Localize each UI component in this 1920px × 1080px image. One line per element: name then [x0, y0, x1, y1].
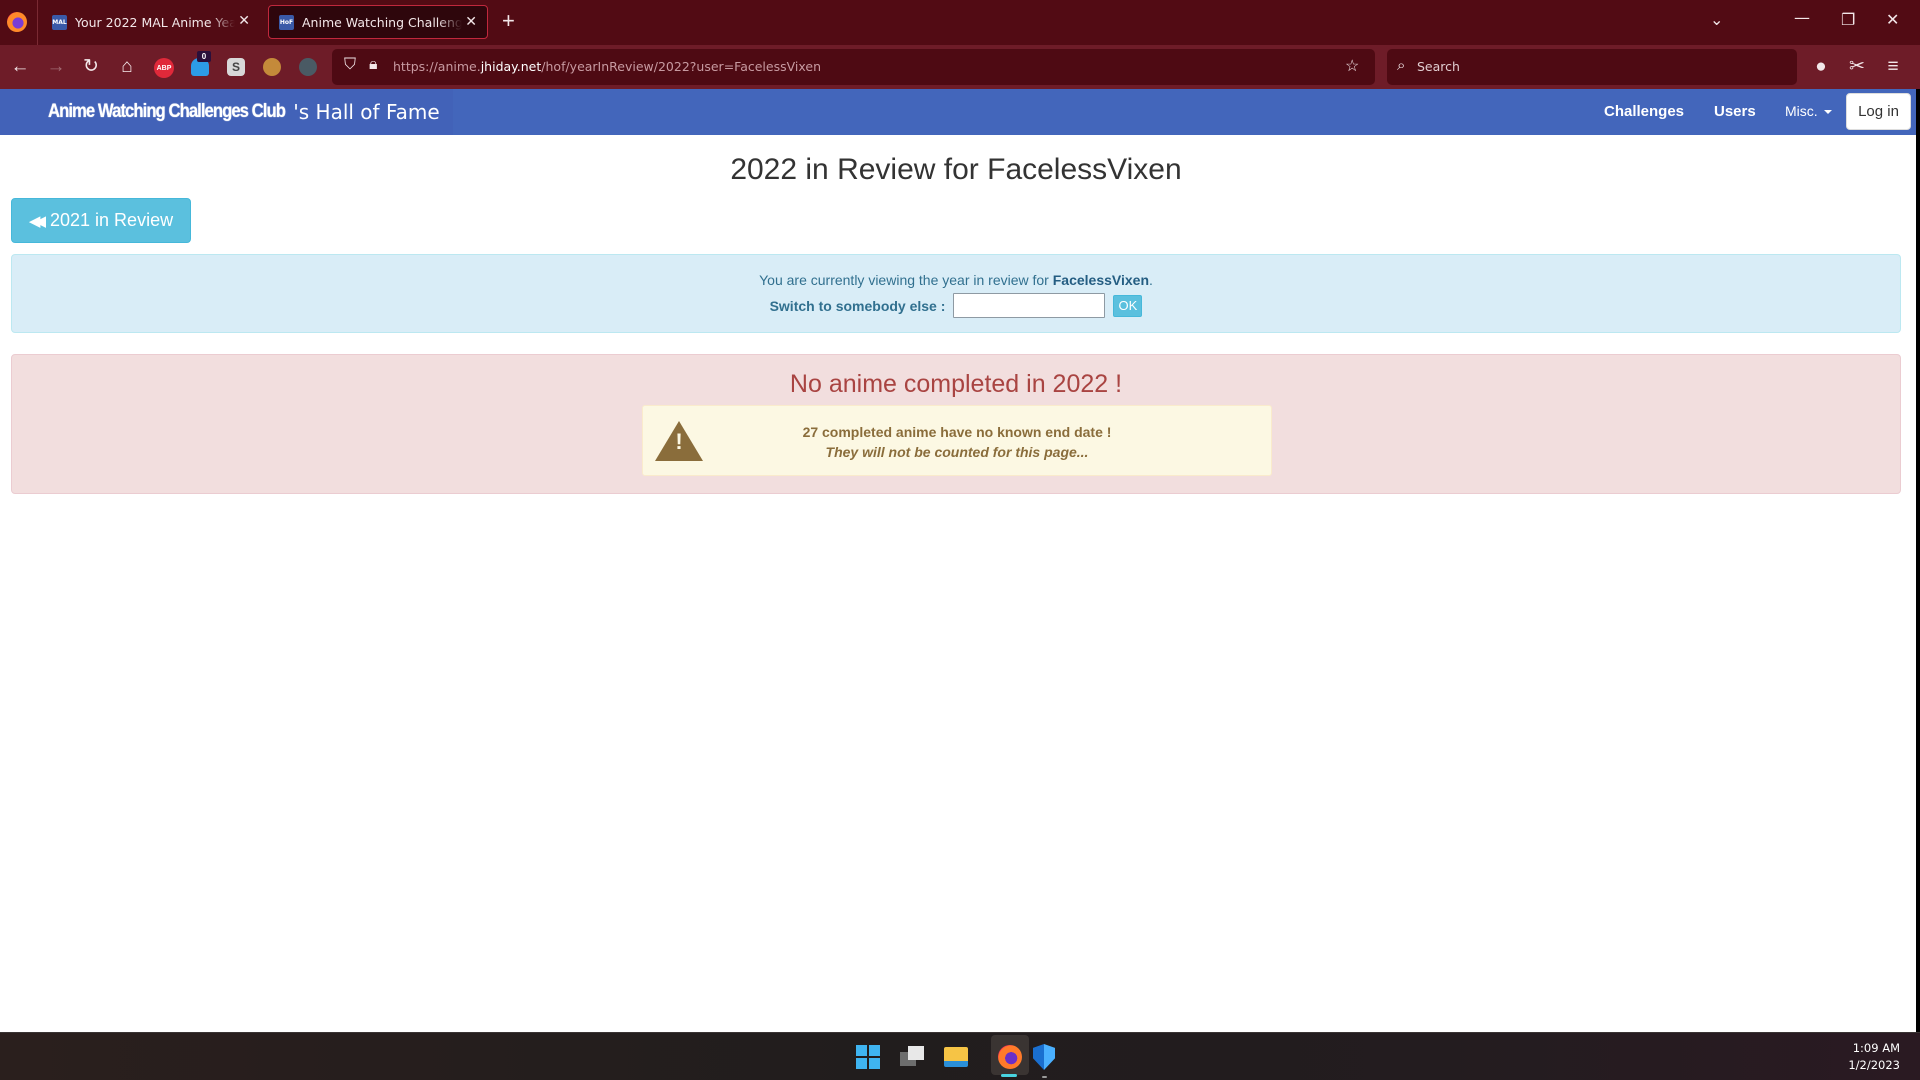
forward-icon[interactable]: →: [43, 54, 69, 80]
lock-icon[interactable]: 🔒︎: [369, 56, 378, 74]
new-tab-button[interactable]: +: [502, 8, 515, 34]
caret-down-icon: [1823, 110, 1832, 115]
window-edge: [1916, 89, 1920, 1032]
browser-toolbar: ← → ↻ ⌂ ABP 0 S ⛉ 🔒︎ https://anime.jhida…: [0, 45, 1920, 89]
url-text[interactable]: https://anime.jhiday.net/hof/yearInRevie…: [393, 59, 821, 74]
web-page: Anime Watching Challenges Club 's Hall o…: [0, 89, 1916, 1032]
viewing-info-text: You are currently viewing the year in re…: [759, 272, 1153, 288]
ghostery-badge: 0: [197, 51, 211, 62]
close-tab-icon[interactable]: ✕: [465, 14, 477, 30]
tab-mal-year-in-review[interactable]: MAL Your 2022 MAL Anime Year In Review ✕: [42, 5, 260, 39]
previous-year-button[interactable]: ◀◀ 2021 in Review: [11, 198, 191, 243]
site-brand[interactable]: Anime Watching Challenges Club 's Hall o…: [0, 89, 453, 135]
tracking-protection-shield-icon[interactable]: ⛉: [344, 56, 356, 74]
hamburger-menu-icon[interactable]: ≡: [1880, 54, 1906, 80]
current-username: FacelessVixen: [1052, 272, 1149, 288]
previous-year-label: 2021 in Review: [50, 210, 174, 230]
search-icon: ⌕: [1397, 57, 1406, 74]
tampermonkey-icon[interactable]: [263, 58, 281, 76]
close-window-icon[interactable]: ✕: [1886, 10, 1899, 29]
browser-tab-bar: MAL Your 2022 MAL Anime Year In Review ✕…: [0, 0, 1920, 45]
adblock-plus-icon[interactable]: ABP: [154, 58, 174, 78]
tab-title: Anime Watching Challenges Club: [302, 14, 462, 30]
nav-misc-dropdown[interactable]: Misc.: [1785, 103, 1832, 119]
search-placeholder: Search: [1417, 59, 1460, 74]
screenshot-scissors-icon[interactable]: ✂: [1844, 54, 1870, 80]
robot-extension-icon[interactable]: [299, 58, 317, 76]
site-navbar: Anime Watching Challenges Club 's Hall o…: [0, 89, 1916, 135]
page-title: 2022 in Review for FacelessVixen: [730, 153, 1182, 186]
login-button[interactable]: Log in: [1846, 93, 1911, 130]
tab-title: Your 2022 MAL Anime Year In Review: [75, 14, 235, 30]
extension-balls-icon[interactable]: ●: [1808, 54, 1834, 80]
task-view-icon: [900, 1046, 924, 1068]
tab-hall-of-fame[interactable]: HoF Anime Watching Challenges Club ✕: [268, 5, 488, 39]
firefox-icon: [998, 1045, 1022, 1069]
system-clock[interactable]: 1:09 AM 1/2/2023: [1848, 1040, 1900, 1074]
clock-time: 1:09 AM: [1852, 1041, 1900, 1055]
nav-misc-label: Misc.: [1785, 103, 1818, 119]
running-app-indicator: [1042, 1076, 1047, 1078]
home-icon[interactable]: ⌂: [114, 54, 140, 80]
security-shield-icon: [1033, 1044, 1055, 1070]
nav-challenges[interactable]: Challenges: [1604, 103, 1684, 120]
switch-user-input[interactable]: [953, 293, 1106, 318]
no-anime-heading: No anime completed in 2022 !: [789, 370, 1123, 398]
no-anime-panel: No anime completed in 2022 ! ! 27 comple…: [11, 354, 1901, 494]
task-view-button[interactable]: [896, 1041, 928, 1073]
s-extension-icon[interactable]: S: [227, 58, 245, 76]
restore-icon[interactable]: ❐: [1841, 10, 1855, 29]
mal-favicon-icon: MAL: [52, 14, 67, 30]
search-input[interactable]: ⌕ Search: [1387, 49, 1797, 85]
nav-users[interactable]: Users: [1714, 103, 1756, 120]
brand-logo[interactable]: Anime Watching Challenges Club: [48, 101, 286, 123]
brand-suffix[interactable]: 's Hall of Fame: [293, 100, 439, 124]
url-bar[interactable]: ⛉ 🔒︎ https://anime.jhiday.net/hof/yearIn…: [332, 49, 1375, 85]
windows-security-button[interactable]: [1028, 1041, 1060, 1073]
tab-separator: [37, 0, 38, 45]
switch-user-label: Switch to somebody else :: [769, 297, 946, 314]
list-all-tabs-icon[interactable]: ⌄: [1710, 10, 1723, 29]
folder-icon: [944, 1047, 968, 1067]
file-explorer-button[interactable]: [940, 1041, 972, 1073]
start-button[interactable]: [852, 1041, 884, 1073]
firefox-taskbar-button[interactable]: [994, 1041, 1026, 1073]
active-app-indicator: [1001, 1074, 1017, 1077]
clock-date: 1/2/2023: [1848, 1058, 1900, 1072]
firefox-menu-icon[interactable]: [7, 12, 27, 32]
warning-text-line1: 27 completed anime have no known end dat…: [802, 424, 1112, 440]
info-panel: You are currently viewing the year in re…: [11, 254, 1901, 333]
warning-text-line2: They will not be counted for this page..…: [825, 444, 1089, 460]
windows-logo-icon: [856, 1045, 880, 1069]
fast-backward-icon: ◀◀: [28, 212, 46, 230]
hof-favicon-icon: HoF: [279, 14, 294, 30]
bookmark-star-icon[interactable]: ☆: [1345, 56, 1359, 76]
close-tab-icon[interactable]: ✕: [238, 13, 250, 29]
warning-box: ! 27 completed anime have no known end d…: [642, 405, 1272, 476]
reload-icon[interactable]: ↻: [78, 54, 104, 80]
back-icon[interactable]: ←: [7, 54, 33, 80]
switch-user-ok-button[interactable]: OK: [1113, 294, 1143, 317]
windows-taskbar: 1:09 AM 1/2/2023: [0, 1032, 1920, 1080]
minimize-icon[interactable]: —: [1794, 8, 1810, 27]
